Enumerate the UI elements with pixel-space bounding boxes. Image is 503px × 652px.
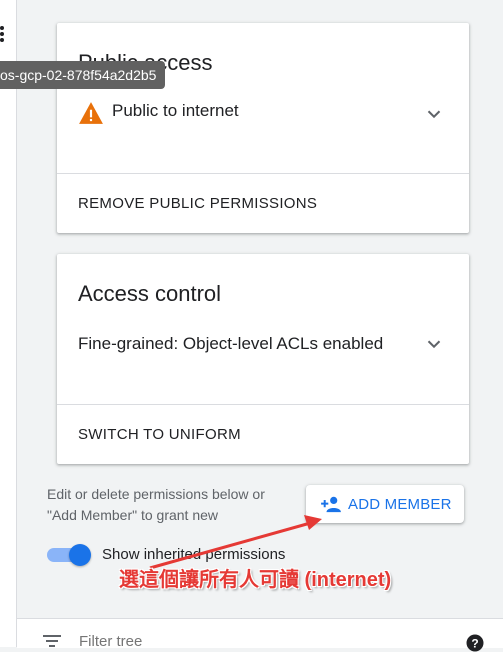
svg-text:?: ? — [471, 637, 478, 651]
filter-icon — [43, 635, 61, 647]
remove-public-permissions-button[interactable]: REMOVE PUBLIC PERMISSIONS — [78, 195, 317, 212]
access-control-card: Access control Fine-grained: Object-leve… — [57, 254, 469, 464]
more-vert-icon[interactable] — [0, 26, 6, 46]
access-control-title: Access control — [78, 281, 222, 306]
card-divider — [57, 173, 469, 174]
public-access-status-row[interactable]: Public to internet — [78, 100, 448, 128]
access-control-mode: Fine-grained: Object-level ACLs enabled — [78, 334, 384, 353]
person-add-icon — [321, 496, 341, 513]
public-access-card: Public access Public to internet REMOVE … — [57, 23, 469, 233]
help-icon[interactable]: ? — [466, 634, 484, 652]
show-inherited-label: Show inherited permissions — [102, 546, 286, 563]
toggle-thumb — [69, 544, 91, 566]
switch-to-uniform-button[interactable]: SWITCH TO UNIFORM — [78, 426, 241, 443]
filter-tree-input[interactable] — [79, 633, 379, 650]
card-divider — [57, 404, 469, 405]
filter-bar: ? — [17, 618, 503, 652]
add-member-button[interactable]: ADD MEMBER — [306, 485, 464, 523]
public-access-status: Public to internet — [112, 101, 239, 120]
permissions-help-text: Edit or delete permissions below or "Add… — [47, 486, 265, 523]
chevron-down-icon[interactable] — [423, 333, 445, 355]
show-inherited-toggle[interactable] — [47, 544, 93, 566]
side-rail — [0, 0, 17, 647]
access-control-mode-row[interactable]: Fine-grained: Object-level ACLs enabled — [78, 333, 448, 359]
add-member-label: ADD MEMBER — [348, 495, 452, 513]
warning-icon — [79, 102, 103, 124]
annotation-text: 選這個讓所有人可讀 (internet) — [119, 569, 392, 591]
chevron-down-icon[interactable] — [423, 103, 445, 125]
project-id-tooltip: os-gcp-02-878f54a2d2b5 — [0, 61, 166, 89]
